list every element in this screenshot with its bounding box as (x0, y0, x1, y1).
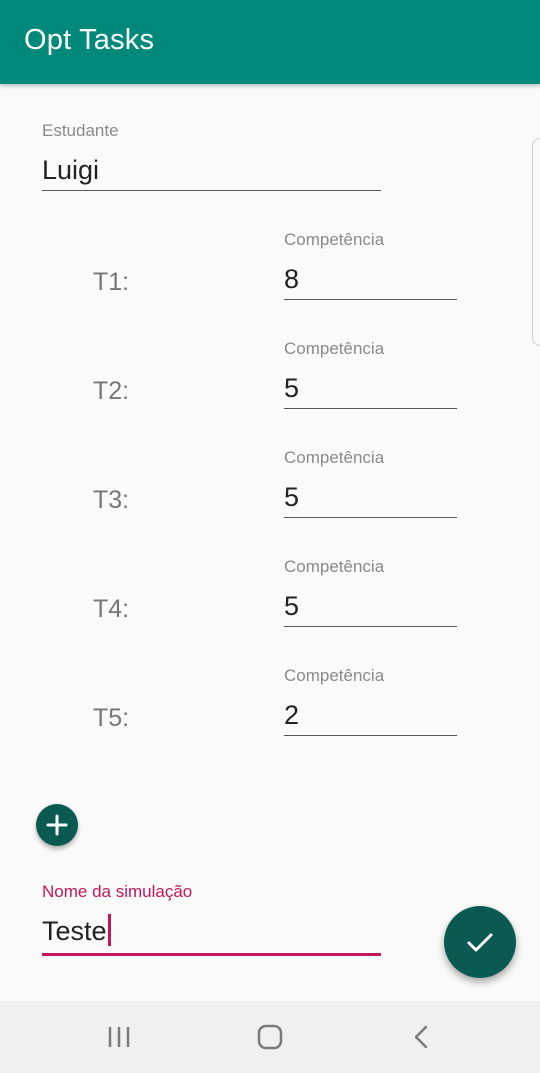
student-input[interactable]: Luigi (42, 155, 99, 186)
app-bar: Opt Tasks (0, 0, 540, 84)
system-nav-bar (0, 1001, 540, 1073)
back-button[interactable] (401, 1017, 441, 1057)
app-title: Opt Tasks (24, 24, 155, 56)
competencia-label: Competência (284, 448, 385, 467)
competencia-input[interactable]: 8 (284, 264, 299, 295)
competencia-underline (284, 517, 457, 518)
back-icon (414, 1025, 428, 1049)
competencia-underline (284, 735, 457, 736)
competencia-input[interactable]: 5 (284, 482, 299, 513)
competencia-label: Competência (284, 230, 385, 249)
add-task-button[interactable] (36, 804, 78, 846)
competencia-input[interactable]: 5 (284, 591, 299, 622)
competencia-underline (284, 299, 457, 300)
student-underline (42, 190, 381, 191)
simulation-name-label: Nome da simulação (42, 882, 193, 901)
student-label: Estudante (42, 121, 119, 140)
simulation-name-text: Teste (42, 916, 107, 946)
recent-apps-icon (108, 1027, 130, 1047)
competencia-underline (284, 408, 457, 409)
simulation-name-input[interactable]: Teste (42, 914, 111, 947)
task-label: T1: (93, 268, 130, 296)
competencia-label: Competência (284, 666, 385, 685)
task-label: T4: (93, 595, 130, 623)
competencia-input[interactable]: 2 (284, 700, 299, 731)
task-label: T5: (93, 704, 130, 732)
task-label: T3: (93, 486, 130, 514)
plus-icon (46, 814, 68, 836)
task-label: T2: (93, 377, 130, 405)
competencia-label: Competência (284, 339, 385, 358)
text-cursor (107, 914, 111, 946)
competencia-label: Competência (284, 557, 385, 576)
check-icon (467, 933, 493, 952)
competencia-input[interactable]: 5 (284, 373, 299, 404)
save-button[interactable] (444, 906, 516, 978)
home-icon (257, 1024, 283, 1050)
competencia-underline (284, 626, 457, 627)
side-panel-edge[interactable] (532, 138, 540, 346)
home-button[interactable] (250, 1017, 290, 1057)
recent-apps-button[interactable] (99, 1017, 139, 1057)
simulation-name-underline (42, 953, 381, 956)
